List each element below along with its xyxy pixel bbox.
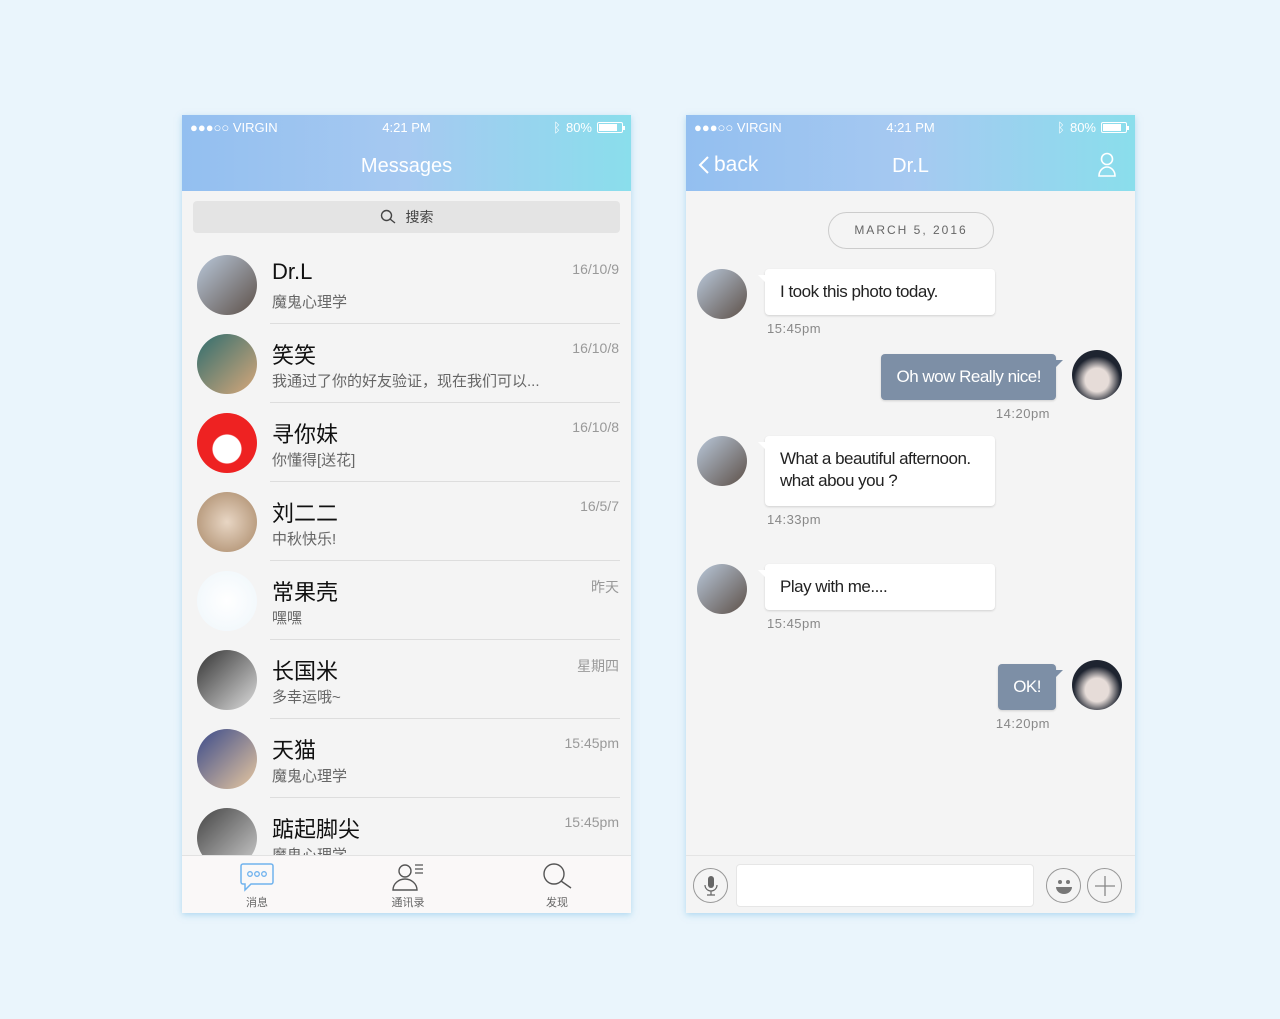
- bluetooth-icon: ᛒ: [1057, 120, 1065, 135]
- avatar: [197, 492, 257, 552]
- message-preview: 你懂得[送花]: [272, 452, 356, 469]
- message-preview: 中秋快乐!: [272, 531, 337, 548]
- avatar: [1072, 350, 1122, 400]
- battery-icon: [1101, 122, 1129, 133]
- message-time: 15:45pm: [767, 616, 822, 631]
- contacts-icon: [392, 864, 423, 891]
- avatar: [197, 571, 257, 631]
- contact-name: 天猫: [272, 738, 317, 763]
- avatar: [697, 269, 747, 319]
- message-bubble: Play with me....: [758, 564, 995, 610]
- tab-discover[interactable]: 发现: [517, 862, 597, 910]
- contact-name: 常果壳: [272, 580, 339, 605]
- contact-name: 寻你妹: [272, 422, 339, 447]
- message-time: 14:33pm: [767, 512, 822, 527]
- message-bubble: What a beautiful afternoon. what abou yo…: [758, 436, 995, 506]
- message-preview: 嘿嘿: [272, 610, 303, 627]
- timestamp: 16/10/8: [572, 419, 619, 435]
- contact-name: 刘二二: [272, 501, 339, 526]
- status-bar: ●●●○○ VIRGIN 4:21 PM ᛒ 80%: [694, 120, 1129, 136]
- search-input[interactable]: 搜索: [193, 201, 620, 233]
- message-time: 15:45pm: [767, 321, 822, 336]
- timestamp: 16/5/7: [580, 498, 619, 514]
- date-divider: MARCH 5, 2016: [828, 212, 994, 249]
- microphone-icon: [703, 875, 718, 896]
- chat-bubble-icon: [240, 863, 274, 892]
- message-input[interactable]: [736, 864, 1034, 907]
- message-bubble: Oh wow Really nice!: [881, 354, 1063, 400]
- timestamp: 16/10/8: [572, 340, 619, 356]
- message-preview: 魔鬼心理学: [272, 294, 348, 311]
- conversation-item[interactable]: 常果壳 嘿嘿 昨天: [182, 561, 631, 640]
- conversation-item[interactable]: 长国米 多幸运哦~ 星期四: [182, 640, 631, 719]
- search-icon: [380, 209, 395, 224]
- battery-icon: [597, 122, 625, 133]
- conversation-item[interactable]: 刘二二 中秋快乐! 16/5/7: [182, 482, 631, 561]
- emoji-button[interactable]: [1046, 868, 1081, 903]
- plus-icon: [1094, 875, 1115, 896]
- avatar: [197, 729, 257, 789]
- timestamp: 星期四: [577, 658, 619, 674]
- bluetooth-icon: ᛒ: [553, 120, 561, 135]
- messages-screen: ●●●○○ VIRGIN 4:21 PM ᛒ 80% Messages 搜索 Dr…: [182, 115, 631, 913]
- contact-name: 笑笑: [272, 343, 317, 368]
- conversation-item[interactable]: 天猫 魔鬼心理学 15:45pm: [182, 719, 631, 798]
- contact-name: Dr.L: [892, 155, 929, 177]
- message-preview: 魔鬼心理学: [272, 768, 348, 785]
- header: ●●●○○ VIRGIN 4:21 PM ᛒ 80% Messages: [182, 115, 631, 191]
- input-bar: [686, 855, 1135, 913]
- conversation-item[interactable]: 寻你妹 你懂得[送花] 16/10/8: [182, 403, 631, 482]
- tab-bar: 消息 通讯录 发现: [182, 855, 631, 913]
- message-preview: 我通过了你的好友验证，现在我们可以...: [272, 373, 540, 390]
- message-bubble: OK!: [998, 664, 1063, 710]
- chat-screen: ●●●○○ VIRGIN 4:21 PM ᛒ 80% back Dr.L MARC…: [686, 115, 1135, 913]
- contact-name: 踮起脚尖: [272, 817, 361, 842]
- avatar: [697, 564, 747, 614]
- timestamp: 16/10/9: [572, 261, 619, 277]
- search-placeholder: 搜索: [405, 209, 434, 225]
- add-button[interactable]: [1087, 868, 1122, 903]
- timestamp: 15:45pm: [564, 735, 619, 751]
- avatar: [1072, 660, 1122, 710]
- page-title: Messages: [360, 155, 453, 177]
- message-time: 14:20pm: [995, 716, 1050, 731]
- avatar: [197, 650, 257, 710]
- message-time: 14:20pm: [995, 406, 1050, 421]
- voice-button[interactable]: [693, 868, 728, 903]
- profile-icon[interactable]: [1097, 152, 1117, 178]
- battery-percent: 80%: [1069, 120, 1096, 135]
- conversation-item[interactable]: Dr.L 魔鬼心理学 16/10/9: [182, 245, 631, 324]
- battery-percent: 80%: [565, 120, 592, 135]
- tab-contacts[interactable]: 通讯录: [368, 862, 448, 910]
- conversation-item[interactable]: 笑笑 我通过了你的好友验证，现在我们可以... 16/10/8: [182, 324, 631, 403]
- smiley-icon: [1055, 879, 1072, 894]
- contact-name: Dr.L: [272, 259, 313, 284]
- avatar: [697, 436, 747, 486]
- message-preview: 多幸运哦~: [272, 689, 341, 706]
- message-bubble: I took this photo today.: [758, 269, 995, 315]
- contact-name: 长国米: [272, 659, 339, 684]
- avatar: [197, 413, 257, 473]
- status-bar: ●●●○○ VIRGIN 4:21 PM ᛒ 80%: [190, 120, 625, 136]
- header: ●●●○○ VIRGIN 4:21 PM ᛒ 80% back Dr.L: [686, 115, 1135, 191]
- timestamp: 昨天: [591, 579, 619, 595]
- timestamp: 15:45pm: [564, 814, 619, 830]
- tab-messages[interactable]: 消息: [217, 862, 297, 910]
- avatar: [197, 334, 257, 394]
- avatar: [197, 255, 257, 315]
- search-icon: [543, 863, 572, 889]
